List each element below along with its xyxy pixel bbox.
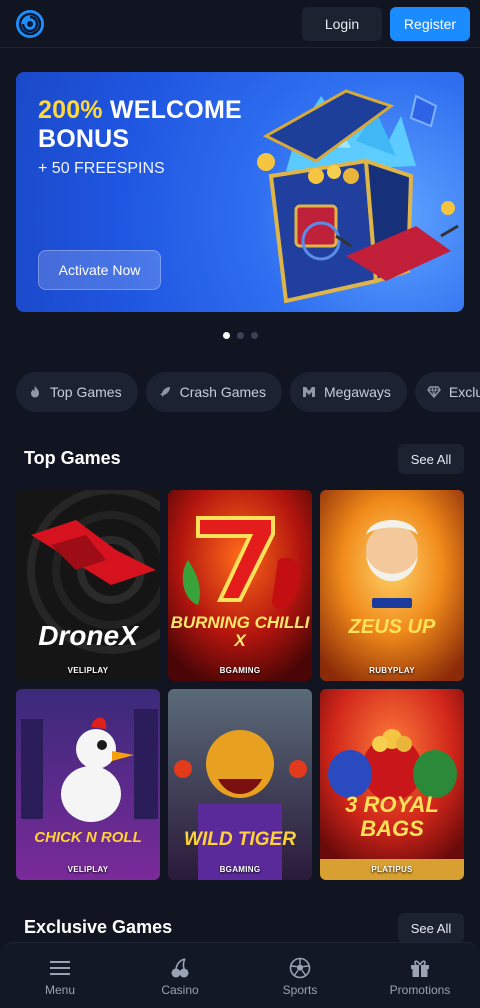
cherries-icon bbox=[171, 958, 189, 978]
register-button[interactable]: Register bbox=[390, 7, 470, 41]
game-tile-3-royal-bags[interactable]: 3 ROYAL BAGS PLATIPUS bbox=[320, 689, 464, 880]
game-provider: BGAMING bbox=[219, 865, 261, 874]
banner-subtitle: + 50 FREESPINS bbox=[38, 160, 165, 177]
promo-banner[interactable]: 200% WELCOME BONUS + 50 FREESPINS Activa… bbox=[16, 72, 464, 312]
chip-label: Megaways bbox=[323, 384, 391, 400]
banner-title-line2: BONUS bbox=[38, 125, 130, 153]
gift-icon bbox=[411, 960, 429, 977]
treasure-chest-illustration bbox=[257, 89, 459, 304]
diamond-icon bbox=[426, 386, 441, 399]
wild-tiger-artwork bbox=[168, 689, 312, 880]
burning-chilli-artwork bbox=[168, 490, 312, 681]
game-provider: VELIPLAY bbox=[67, 666, 109, 675]
zeus-up-artwork bbox=[320, 490, 464, 681]
chip-top-games[interactable]: Top Games bbox=[16, 372, 138, 412]
banner-title-highlight: 200% bbox=[38, 96, 103, 124]
exclusive-games-see-all-button[interactable]: See All bbox=[398, 913, 464, 943]
nav-sports[interactable]: Sports bbox=[240, 943, 360, 1008]
top-header: Login Register bbox=[0, 0, 480, 48]
game-tile-chick-n-roll[interactable]: CHICK N ROLL VELIPLAY bbox=[16, 689, 160, 880]
megaways-icon bbox=[302, 387, 315, 397]
banner-title: 200% WELCOME BONUS bbox=[38, 96, 242, 154]
game-provider: BGAMING bbox=[219, 666, 261, 675]
bottom-navigation: Menu Casino Sports Promotions bbox=[0, 942, 480, 1008]
activate-now-button[interactable]: Activate Now bbox=[38, 250, 161, 290]
fire-icon bbox=[31, 386, 39, 398]
royal-bags-artwork bbox=[320, 689, 464, 880]
game-name: CHICK N ROLL bbox=[34, 829, 142, 846]
nav-label: Sports bbox=[282, 983, 318, 997]
carousel-dot[interactable] bbox=[250, 332, 258, 339]
carousel-indicator bbox=[0, 332, 480, 339]
nav-promotions[interactable]: Promotions bbox=[360, 943, 480, 1008]
chip-label: Top Games bbox=[50, 384, 122, 400]
game-name: WILD TIGER bbox=[184, 829, 296, 850]
login-button[interactable]: Login bbox=[302, 7, 382, 41]
chip-megaways[interactable]: Megaways bbox=[289, 372, 407, 412]
category-chips: Top Games Crash Games Megaways Exclusive bbox=[16, 372, 480, 412]
menu-icon bbox=[50, 961, 70, 975]
game-name: DroneX bbox=[38, 620, 138, 651]
chip-exclusive[interactable]: Exclusive bbox=[414, 372, 480, 412]
top-games-see-all-button[interactable]: See All bbox=[398, 444, 464, 474]
chip-label: Crash Games bbox=[179, 384, 266, 400]
game-provider: VELIPLAY bbox=[67, 865, 109, 874]
nav-label: Promotions bbox=[389, 983, 451, 997]
carousel-dot[interactable] bbox=[236, 332, 244, 339]
nav-label: Menu bbox=[44, 983, 76, 997]
game-name: BURNING CHILLI X bbox=[170, 613, 310, 650]
dronex-artwork bbox=[16, 490, 160, 681]
top-games-title: Top Games bbox=[24, 448, 121, 468]
nav-label: Casino bbox=[161, 983, 199, 997]
game-provider: PLATIPUS bbox=[371, 865, 413, 874]
game-provider: RUBYPLAY bbox=[369, 666, 415, 675]
nav-casino[interactable]: Casino bbox=[120, 943, 240, 1008]
game-tile-wild-tiger[interactable]: WILD TIGER BGAMING bbox=[168, 689, 312, 880]
soccer-ball-icon bbox=[289, 957, 311, 979]
logo-icon[interactable] bbox=[15, 9, 45, 39]
exclusive-games-title: Exclusive Games bbox=[24, 917, 173, 937]
chip-crash-games[interactable]: Crash Games bbox=[145, 372, 282, 412]
game-name: 3 ROYAL BAGS bbox=[345, 792, 439, 841]
nav-menu[interactable]: Menu bbox=[0, 943, 120, 1008]
chick-n-roll-artwork bbox=[16, 689, 160, 880]
game-tile-zeus-up[interactable]: ZEUS UP RUBYPLAY bbox=[320, 490, 464, 681]
carousel-dot[interactable] bbox=[222, 332, 230, 339]
game-name: ZEUS UP bbox=[348, 616, 436, 638]
game-tile-burning-chilli-x[interactable]: BURNING CHILLI X BGAMING bbox=[168, 490, 312, 681]
top-games-grid: DroneX VELIPLAY BURNING CHILLI X BGAMING… bbox=[16, 490, 464, 880]
game-tile-dronex[interactable]: DroneX VELIPLAY bbox=[16, 490, 160, 681]
chip-label: Exclusive bbox=[448, 384, 480, 400]
rocket-icon bbox=[159, 387, 170, 397]
banner-title-rest: WELCOME bbox=[109, 96, 242, 124]
